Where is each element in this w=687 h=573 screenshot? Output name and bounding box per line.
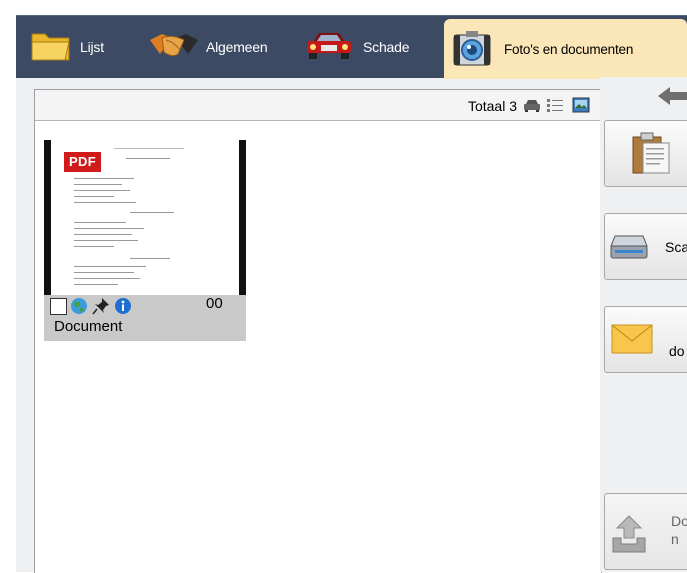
upload-label: Do n	[671, 513, 687, 547]
upload-icon	[611, 514, 647, 559]
upload-button[interactable]: Do n	[604, 493, 687, 570]
email-label: do	[669, 343, 685, 359]
preview-line	[74, 196, 114, 197]
back-arrow-icon[interactable]	[656, 85, 687, 112]
preview-line	[74, 184, 122, 185]
preview-line	[74, 246, 114, 247]
preview-line	[74, 240, 138, 241]
document-preview: PDF	[44, 138, 246, 295]
preview-line	[126, 158, 170, 159]
image-view-icon[interactable]	[572, 97, 590, 118]
total-count: Totaal 3	[467, 98, 517, 114]
car-icon	[305, 28, 353, 65]
envelope-icon	[611, 323, 653, 360]
scan-button[interactable]: Sca	[604, 213, 687, 280]
tab-toolbar: Lijst Algemeen Schade Foto's en document…	[16, 15, 687, 79]
preview-line	[74, 190, 130, 191]
pdf-badge: PDF	[64, 152, 101, 172]
document-thumbnail[interactable]: PDF 00 Document	[44, 138, 246, 341]
tab-lijst[interactable]: Lijst	[30, 18, 104, 75]
scan-label: Sca	[665, 239, 687, 255]
document-count: 00	[206, 295, 223, 312]
preview-line	[74, 234, 132, 235]
tab-label: Foto's en documenten	[504, 41, 634, 57]
folder-icon	[30, 28, 72, 65]
tab-fotos-en-documenten[interactable]: Foto's en documenten	[444, 19, 687, 79]
preview-border-left	[44, 140, 51, 295]
preview-line	[114, 148, 184, 149]
list-view-icon[interactable]	[546, 97, 564, 118]
camera-icon	[452, 29, 492, 70]
tab-label: Schade	[363, 38, 410, 55]
tab-label: Lijst	[80, 38, 104, 55]
panel-header: Totaal 3	[35, 90, 601, 121]
globe-icon[interactable]	[70, 297, 88, 320]
thumbnail-toolbar: 00	[44, 295, 246, 317]
paste-button[interactable]	[604, 120, 687, 187]
car-view-icon[interactable]	[523, 97, 541, 118]
tab-label: Algemeen	[206, 38, 268, 55]
email-document-button[interactable]: do	[604, 306, 687, 373]
preview-line	[74, 228, 144, 229]
info-icon[interactable]	[114, 297, 132, 320]
tab-schade[interactable]: Schade	[305, 18, 409, 75]
preview-line	[74, 266, 146, 267]
preview-line	[130, 258, 170, 259]
document-label: Document	[54, 318, 123, 335]
preview-line	[74, 278, 140, 279]
scanner-icon	[609, 232, 649, 267]
select-checkbox[interactable]	[50, 298, 67, 315]
preview-line	[130, 212, 174, 213]
preview-line	[74, 202, 136, 203]
handshake-icon	[148, 28, 200, 65]
pin-icon[interactable]	[92, 297, 110, 320]
preview-line	[74, 284, 118, 285]
preview-border-right	[239, 140, 246, 295]
action-column: Sca do Do n	[600, 77, 687, 572]
preview-line	[74, 222, 126, 223]
tab-algemeen[interactable]: Algemeen	[148, 18, 268, 75]
preview-line	[74, 272, 134, 273]
clipboard-icon	[631, 131, 671, 180]
preview-line	[74, 178, 134, 179]
